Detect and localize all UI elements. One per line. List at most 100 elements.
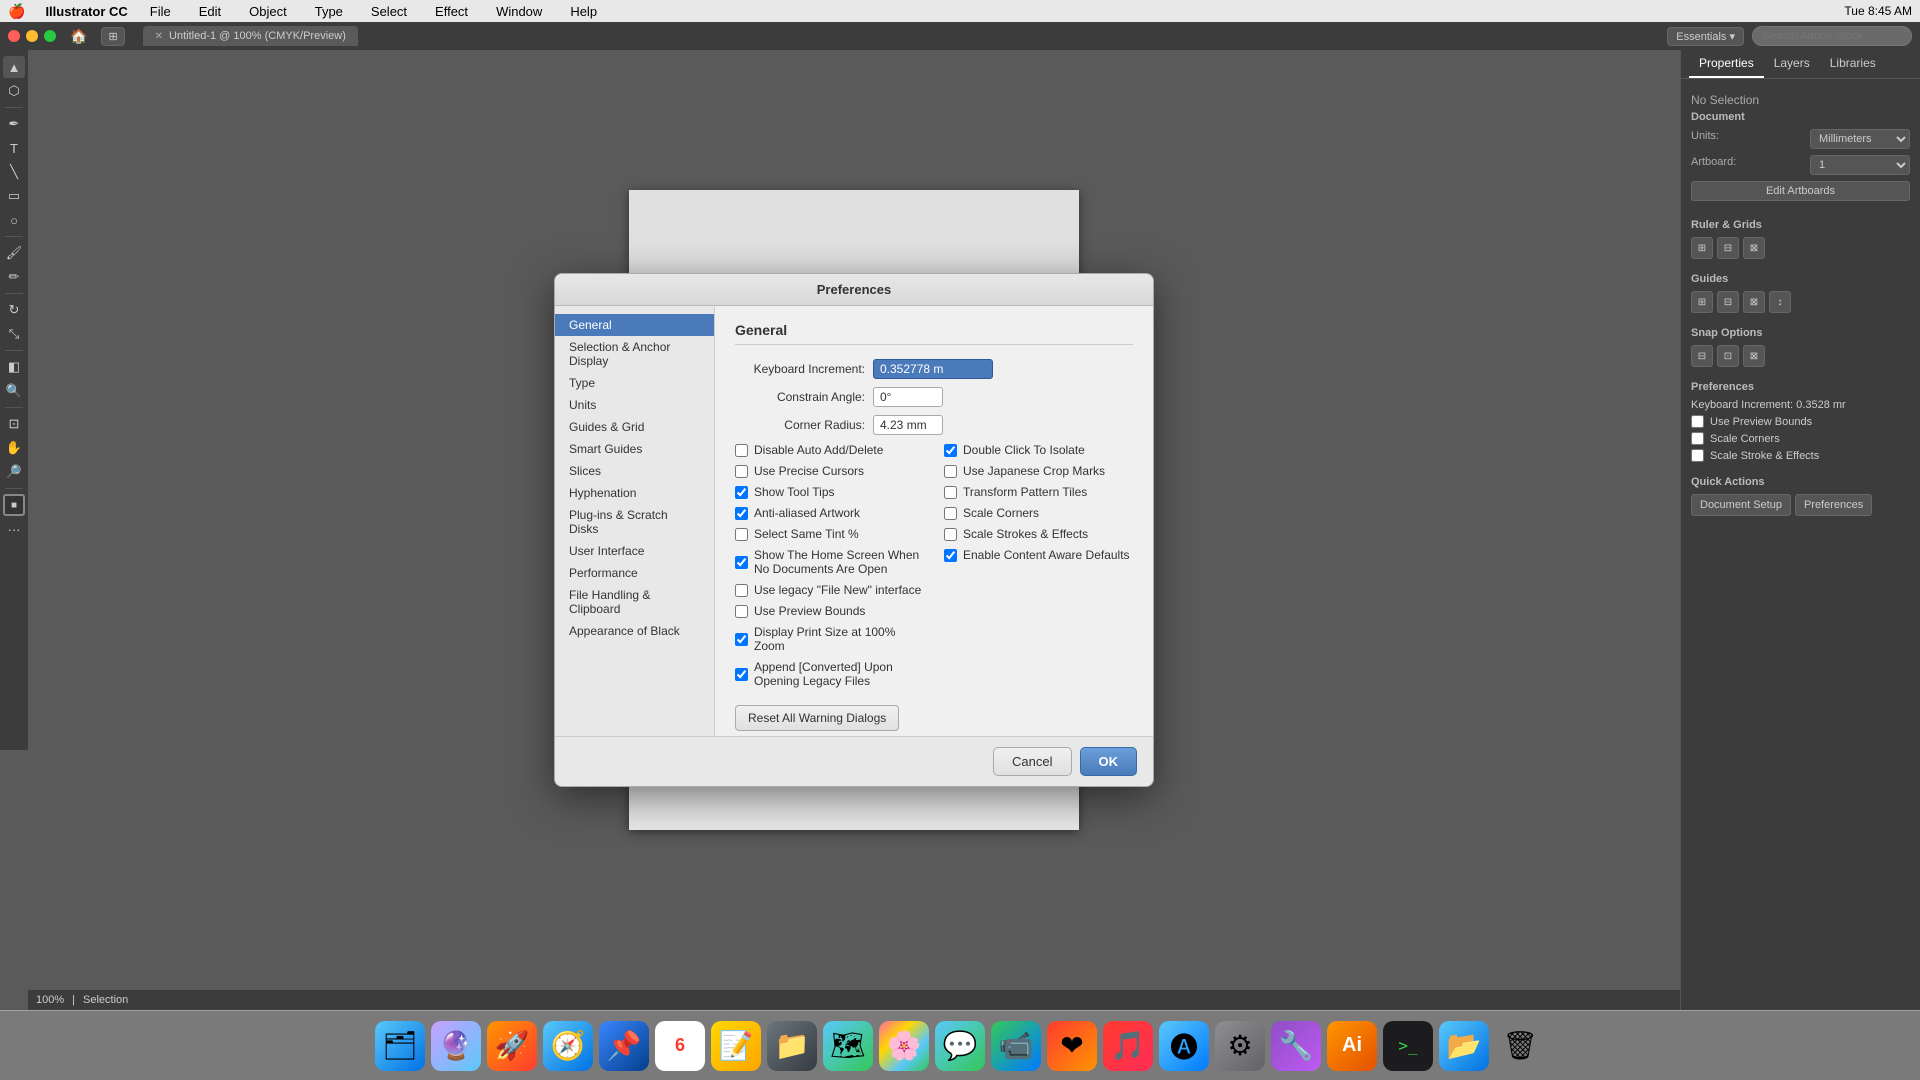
dock-siri[interactable]: 🔮Siri [431,1021,481,1071]
apple-menu[interactable]: 🍎 [8,3,25,20]
menu-select[interactable]: Select [365,2,413,21]
menu-file[interactable]: File [144,2,177,21]
ok-button[interactable]: OK [1080,747,1138,776]
checkbox-cb5[interactable] [735,528,748,541]
sidebar-item-type[interactable]: Type [555,372,714,394]
close-button[interactable] [8,30,20,42]
checkbox-cb4[interactable] [735,507,748,520]
guide-icon-1[interactable]: ⊞ [1691,291,1713,313]
checkbox-cb2[interactable] [735,465,748,478]
dock-fantastical[interactable]: ❤Fantastical [1047,1021,1097,1071]
checkbox-cb8[interactable] [735,605,748,618]
checkbox-cb7[interactable] [735,584,748,597]
selection-tool[interactable]: ▲ [3,56,25,78]
checkbox-cbr4[interactable] [944,507,957,520]
sidebar-item-performance[interactable]: Performance [555,562,714,584]
checkbox-cbr5[interactable] [944,528,957,541]
guide-icon-3[interactable]: ⊠ [1743,291,1765,313]
constrain-angle-input[interactable] [873,387,943,407]
rotate-tool[interactable]: ↻ [3,299,25,321]
sidebar-item-selection-&-anchor-display[interactable]: Selection & Anchor Display [555,336,714,372]
pref-scale-stroke-checkbox[interactable] [1691,449,1704,462]
sidebar-item-smart-guides[interactable]: Smart Guides [555,438,714,460]
direct-selection-tool[interactable]: ⬡ [3,80,25,102]
snap-icon-1[interactable]: ⊟ [1691,345,1713,367]
snap-icon-2[interactable]: ⊡ [1717,345,1739,367]
sidebar-item-plug-ins-&-scratch-disks[interactable]: Plug-ins & Scratch Disks [555,504,714,540]
pref-scale-corners-checkbox[interactable] [1691,432,1704,445]
dock-finder[interactable]: 🗂Finder [375,1021,425,1071]
checkbox-cb9[interactable] [735,633,748,646]
dock-notes[interactable]: 📝Notes [711,1021,761,1071]
dock-calendar[interactable]: 6Calendar [655,1021,705,1071]
home-icon[interactable]: 🏠 [70,28,87,45]
line-tool[interactable]: ╲ [3,161,25,183]
dock-trash[interactable]: 🗑Trash [1495,1021,1545,1071]
dock-misc[interactable]: 🔧Misc [1271,1021,1321,1071]
checkbox-cb1[interactable] [735,444,748,457]
checkbox-cbr1[interactable] [944,444,957,457]
preferences-button[interactable]: Preferences [1795,494,1872,516]
dock-facetime[interactable]: 📹FaceTime [991,1021,1041,1071]
sidebar-item-general[interactable]: General [555,314,714,336]
pencil-tool[interactable]: ✏ [3,266,25,288]
fullscreen-button[interactable] [44,30,56,42]
sidebar-item-file-handling-&-clipboard[interactable]: File Handling & Clipboard [555,584,714,620]
checkbox-cbr6[interactable] [944,549,957,562]
grid-icon-btn[interactable]: ⊟ [1717,237,1739,259]
scale-tool[interactable]: ⤡ [3,323,25,345]
document-tab[interactable]: ✕ Untitled-1 @ 100% (CMYK/Preview) [143,26,358,46]
menu-type[interactable]: Type [309,2,349,21]
dock-illustrator-cc[interactable]: AiIllustrator CC [1327,1021,1377,1071]
menu-help[interactable]: Help [564,2,603,21]
checkbox-cbr2[interactable] [944,465,957,478]
sidebar-item-user-interface[interactable]: User Interface [555,540,714,562]
tab-libraries[interactable]: Libraries [1820,50,1886,78]
hand-tool[interactable]: ✋ [3,437,25,459]
menu-effect[interactable]: Effect [429,2,474,21]
zoom-tool[interactable]: 🔎 [3,461,25,483]
checkbox-cb10[interactable] [735,668,748,681]
dock-photos[interactable]: 🌸Photos [879,1021,929,1071]
close-icon[interactable]: ✕ [155,31,163,42]
document-setup-button[interactable]: Document Setup [1691,494,1791,516]
checkbox-cb6[interactable] [735,556,748,569]
sidebar-item-appearance-of-black[interactable]: Appearance of Black [555,620,714,642]
ruler-icon-btn[interactable]: ⊞ [1691,237,1713,259]
pref-preview-bounds-checkbox[interactable] [1691,415,1704,428]
dock-system-pref.[interactable]: ⚙System Pref. [1215,1021,1265,1071]
menu-window[interactable]: Window [490,2,548,21]
artboard-tool[interactable]: ⊡ [3,413,25,435]
dock-terminal[interactable]: >_Terminal [1383,1021,1433,1071]
dock-music[interactable]: 🎵Music [1103,1021,1153,1071]
sidebar-item-hyphenation[interactable]: Hyphenation [555,482,714,504]
ellipse-tool[interactable]: ○ [3,209,25,231]
keyboard-increment-input[interactable] [873,359,993,379]
sidebar-item-slices[interactable]: Slices [555,460,714,482]
pen-tool[interactable]: ✒ [3,113,25,135]
dock-maps[interactable]: 🗺Maps [823,1021,873,1071]
menu-object[interactable]: Object [243,2,293,21]
guide-icon-4[interactable]: ↕ [1769,291,1791,313]
gradient-tool[interactable]: ◧ [3,356,25,378]
tab-layers[interactable]: Layers [1764,50,1820,78]
dock-app-store[interactable]: 🅐App Store [1159,1021,1209,1071]
eyedropper-tool[interactable]: 🔍 [3,380,25,402]
edit-artboards-button[interactable]: Edit Artboards [1691,181,1910,201]
dock-messages[interactable]: 💬Messages [935,1021,985,1071]
essentials-selector[interactable]: Essentials ▾ [1667,27,1744,46]
units-select[interactable]: MillimetersPixelsPoints [1810,129,1910,149]
sidebar-item-guides-&-grid[interactable]: Guides & Grid [555,416,714,438]
search-stock-input[interactable] [1752,26,1912,46]
dock-safari[interactable]: 🧭Safari [543,1021,593,1071]
minimize-button[interactable] [26,30,38,42]
reset-warnings-button[interactable]: Reset All Warning Dialogs [735,705,899,731]
cancel-button[interactable]: Cancel [993,747,1071,776]
checkbox-cbr3[interactable] [944,486,957,499]
dock-folder[interactable]: 📂Folder [1439,1021,1489,1071]
dots-icon-btn[interactable]: ⊠ [1743,237,1765,259]
fill-color[interactable]: ■ [3,494,25,516]
guide-icon-2[interactable]: ⊟ [1717,291,1739,313]
menu-edit[interactable]: Edit [193,2,227,21]
checkbox-cb3[interactable] [735,486,748,499]
